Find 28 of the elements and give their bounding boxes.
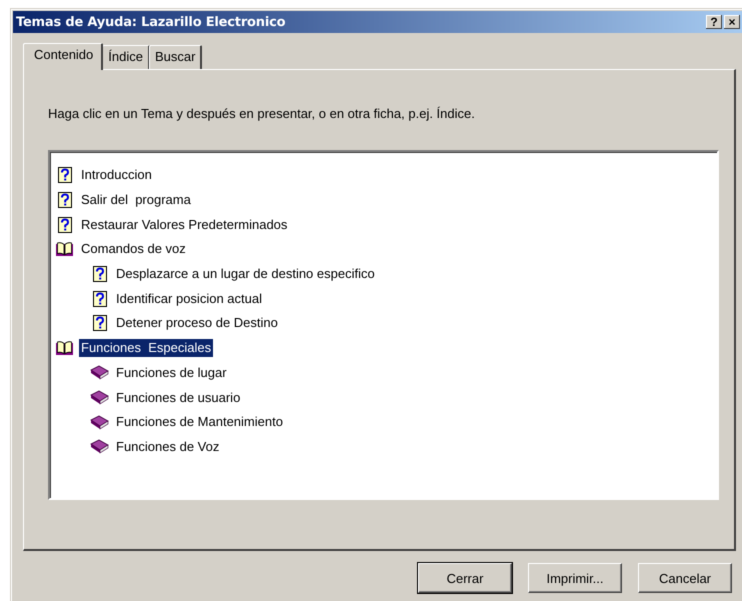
topic-item[interactable]: Identificar posicion actual — [114, 290, 264, 308]
help-topic-icon — [92, 266, 106, 282]
book-item[interactable]: Funciones de usuario — [114, 388, 242, 407]
topic-item[interactable]: Restaurar Valores Predeterminados — [79, 216, 290, 234]
help-topic-icon — [92, 290, 106, 307]
book-item[interactable]: Funciones de Voz — [114, 438, 222, 456]
book-item[interactable]: Funciones Especiales — [79, 339, 214, 358]
help-topic-icon — [58, 192, 72, 208]
tab[interactable]: Buscar — [148, 45, 202, 69]
topic-item[interactable]: Desplazarce a un lugar de destino especifico — [114, 265, 377, 284]
help-button[interactable]: ? — [706, 15, 722, 29]
tab[interactable]: Contenido — [23, 43, 104, 70]
window-title: Temas de Ayuda: Lazarillo Electronico — [16, 14, 286, 30]
book-item[interactable]: Funciones de lugar — [114, 364, 229, 382]
help-topic-icon — [58, 216, 72, 233]
dialog-button[interactable]: Cerrar — [418, 563, 512, 593]
topic-item[interactable]: Salir del programa — [79, 191, 193, 210]
tab[interactable]: Índice — [102, 45, 150, 69]
topic-item[interactable]: Introduccion — [79, 166, 154, 184]
help-topic-icon — [92, 315, 106, 332]
close-button[interactable]: × — [724, 15, 740, 29]
book-item[interactable]: Comandos de voz — [79, 240, 188, 258]
dialog-button[interactable]: Imprimir... — [528, 563, 622, 593]
help-topic-icon — [58, 167, 72, 184]
dialog-button[interactable]: Cancelar — [638, 563, 732, 593]
book-item[interactable]: Funciones de Mantenimiento — [114, 413, 285, 432]
instruction-text: Haga clic en un Tema y después en presentar, o en otra ficha, p.ej. Índice. — [48, 106, 476, 123]
topic-item[interactable]: Detener proceso de Destino — [114, 314, 280, 332]
